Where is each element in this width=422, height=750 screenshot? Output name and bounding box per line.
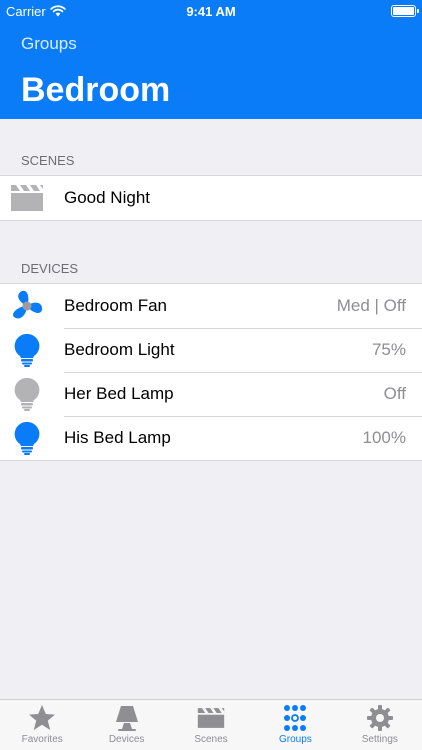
tab-scenes[interactable]: Scenes xyxy=(169,700,253,750)
scene-label: Good Night xyxy=(64,188,150,207)
bulb-on-icon xyxy=(14,421,40,455)
tab-label: Favorites xyxy=(21,734,63,745)
nav-header: Carrier 9:41 AM Groups Bedroom xyxy=(0,0,422,119)
tab-label: Settings xyxy=(361,734,398,745)
device-label: Her Bed Lamp xyxy=(64,384,174,403)
tab-label: Scenes xyxy=(194,734,228,745)
tab-devices[interactable]: Devices xyxy=(84,700,168,750)
lamp-icon xyxy=(115,706,138,731)
devices-list: Bedroom Fan Med | Off Bedroom Light 75% … xyxy=(0,283,422,461)
clapperboard-icon xyxy=(197,708,225,728)
tab-label: Groups xyxy=(279,734,312,745)
clapperboard-icon xyxy=(11,185,43,211)
device-row-bedroom-light[interactable]: Bedroom Light 75% xyxy=(0,328,422,372)
bulb-off-icon xyxy=(14,377,40,411)
bulb-on-icon xyxy=(14,333,40,367)
device-value: 100% xyxy=(362,428,406,447)
tab-bar: Favorites Devices Scenes Groups Settings xyxy=(0,699,422,750)
scenes-list: Good Night xyxy=(0,175,422,221)
scene-row-good-night[interactable]: Good Night xyxy=(0,176,422,220)
device-row-bedroom-fan[interactable]: Bedroom Fan Med | Off xyxy=(0,284,422,328)
back-button-groups[interactable]: Groups xyxy=(21,34,77,54)
device-label: His Bed Lamp xyxy=(64,428,171,447)
battery-icon xyxy=(391,5,419,17)
device-row-her-bed-lamp[interactable]: Her Bed Lamp Off xyxy=(0,372,422,416)
tab-settings[interactable]: Settings xyxy=(338,700,422,750)
page-title: Bedroom xyxy=(21,71,171,109)
device-value: Med | Off xyxy=(336,296,406,315)
groups-icon xyxy=(284,705,307,731)
gear-icon xyxy=(366,705,393,731)
star-icon xyxy=(29,705,56,730)
fan-icon xyxy=(13,290,43,319)
status-bar: Carrier xyxy=(0,0,422,22)
tab-label: Devices xyxy=(108,734,145,745)
tab-groups[interactable]: Groups xyxy=(253,700,337,750)
devices-section-header: DEVICES xyxy=(21,261,79,276)
device-value: 75% xyxy=(371,340,406,359)
device-label: Bedroom Fan xyxy=(64,296,167,315)
scenes-section-header: SCENES xyxy=(21,153,75,168)
wifi-icon xyxy=(50,5,66,17)
device-row-his-bed-lamp[interactable]: His Bed Lamp 100% xyxy=(0,416,422,460)
device-label: Bedroom Light xyxy=(64,340,175,359)
tab-favorites[interactable]: Favorites xyxy=(0,700,84,750)
device-value: Off xyxy=(383,384,406,403)
carrier-label: Carrier xyxy=(6,3,46,19)
